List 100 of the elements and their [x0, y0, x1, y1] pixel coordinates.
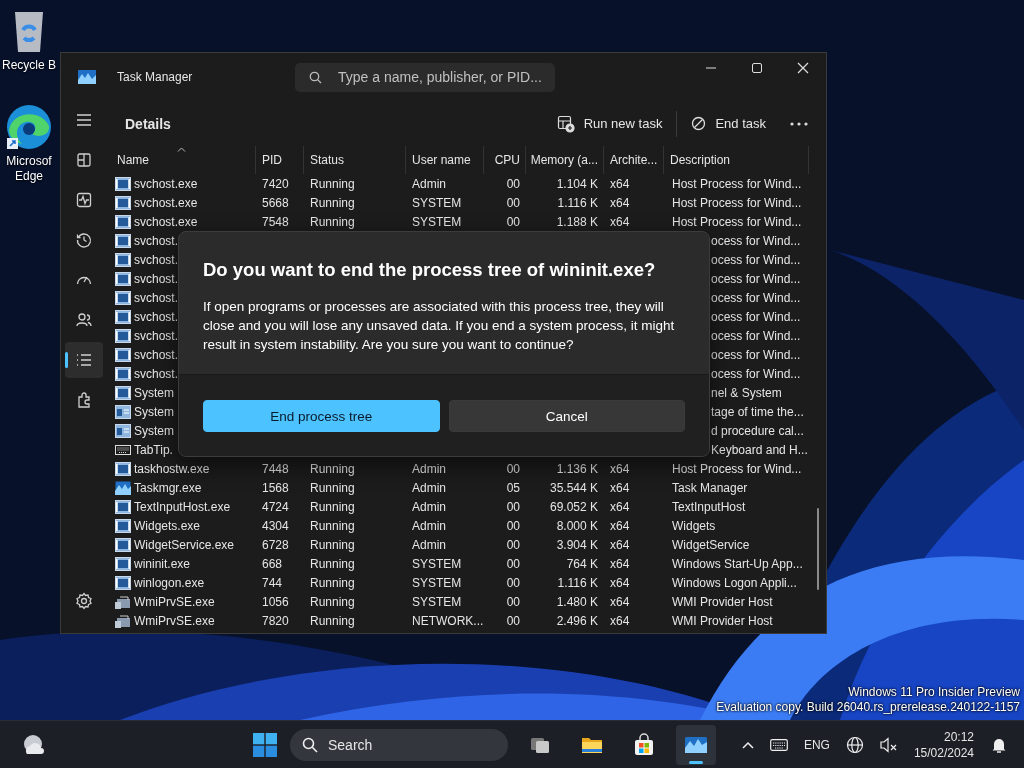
table-cell-text: 1.188 K [555, 214, 599, 229]
table-cell: System [134, 423, 174, 438]
run-new-task-button[interactable]: Run new task [548, 108, 671, 139]
column-header[interactable]: Status [310, 153, 345, 167]
end-process-tree-button[interactable]: End process tree [203, 400, 440, 432]
table-cell-text: 00 [505, 518, 521, 533]
table-cell-text: 00 [505, 613, 521, 628]
table-cell-text: Running [309, 499, 356, 514]
search-field[interactable]: Type a name, publisher, or PID... [295, 62, 555, 92]
scrollbar[interactable] [817, 508, 819, 590]
language-indicator[interactable]: ENG [803, 737, 830, 752]
table-cell-text: NETWORK... [411, 613, 484, 628]
table-cell-text: 1.480 K [555, 594, 599, 609]
table-cell-text: 00 [505, 214, 521, 229]
table-cell-text: Running [309, 195, 356, 210]
process-icon [115, 347, 131, 362]
clock-time[interactable]: 20:12 [943, 728, 974, 745]
process-icon [115, 442, 131, 457]
puzzle-icon [75, 391, 93, 409]
table-cell-text: ocess for Wind... [710, 271, 802, 286]
table-cell-text: Running [309, 537, 356, 552]
table-cell-text: 4304 [261, 518, 290, 533]
table-cell: wininit.exe [134, 556, 191, 571]
table-cell-text: Running [309, 613, 356, 628]
taskbar-app[interactable] [676, 724, 716, 765]
table-cell-text: x64 [609, 556, 631, 571]
table-cell: svchost. [134, 271, 178, 286]
column-header[interactable]: User name [412, 153, 471, 167]
column-header[interactable]: Archite... [610, 153, 658, 167]
column-header[interactable]: Description [670, 153, 731, 167]
table-cell-text: 4724 [261, 499, 290, 514]
desktop-icon-label[interactable]: Recycle B [2, 58, 56, 73]
app-icon [78, 70, 96, 84]
search-icon [309, 70, 322, 84]
dialog-message: If open programs or processes are associated with this process tree, they will close and you will lose any unsaved data. If you end a system process, it might result in system instability. Are you sure you want to continue? [203, 298, 676, 354]
table-cell: Widgets.exe [134, 518, 201, 533]
desktop-icon-label[interactable]: Microsof Edge [1, 154, 57, 184]
table-cell-text: 2.496 K [555, 613, 599, 628]
table-cell-text: Admin [411, 480, 447, 495]
table-cell-text: 69.052 K [548, 499, 599, 514]
new-task-icon [556, 114, 575, 133]
table-cell-text: Running [309, 575, 356, 590]
table-cell-text: 00 [505, 556, 521, 571]
table-cell-text: 1.136 K [555, 461, 599, 476]
clock-date[interactable]: 15/02/2024 [913, 744, 974, 761]
history-icon [75, 231, 93, 249]
table-cell-text: ocess for Wind... [710, 309, 802, 324]
process-icon [115, 195, 131, 210]
column-header[interactable]: CPU [494, 153, 520, 167]
table-cell-text: 35.544 K [548, 480, 599, 495]
table-cell-text: x64 [609, 499, 631, 514]
settings-icon [75, 592, 93, 610]
table-cell-text: 00 [505, 461, 521, 476]
table-cell-text: SYSTEM [411, 214, 463, 229]
keyboard-icon[interactable] [769, 738, 788, 751]
process-icon [115, 423, 131, 438]
table-cell-text: 764 K [565, 556, 599, 571]
table-cell: winlogon.exe [134, 575, 205, 590]
table-cell-text: Admin [411, 176, 447, 191]
table-cell: System [134, 404, 174, 419]
browser-icon[interactable] [6, 104, 52, 150]
table-cell-text: 744 [261, 575, 284, 590]
column-header[interactable]: Name [117, 153, 149, 167]
table-cell-text: Admin [411, 461, 447, 476]
table-cell-text: Task Manager [671, 480, 749, 495]
start-button[interactable] [253, 732, 277, 757]
process-icon [115, 575, 131, 590]
table-cell: System [134, 385, 174, 400]
table-cell-text: x64 [609, 214, 631, 229]
process-icon [115, 290, 131, 305]
nav-tab[interactable] [65, 342, 103, 378]
table-cell-text: Running [309, 556, 356, 571]
column-header[interactable]: Memory (a... [530, 153, 598, 167]
table-cell-text: Running [309, 461, 356, 476]
table-cell-text: x64 [609, 176, 631, 191]
process-icon [115, 252, 131, 267]
taskbar-search[interactable]: Search [290, 728, 508, 761]
chevron-up-icon[interactable] [741, 740, 754, 749]
process-icon [115, 366, 131, 381]
end-task-button[interactable]: End task [683, 110, 774, 137]
table-cell: svchost. [134, 252, 178, 267]
table-cell-text: 00 [505, 575, 521, 590]
table-cell-text: Host Process for Wind... [671, 461, 803, 476]
table-cell-text: x64 [609, 594, 631, 609]
table-cell-text: nel & System [710, 385, 783, 400]
table-cell-text: x64 [609, 613, 631, 628]
table-cell-text: Running [309, 176, 356, 191]
table-cell: svchost. [134, 347, 178, 362]
table-cell-text: SYSTEM [411, 195, 463, 210]
muted-speaker-icon[interactable] [879, 736, 898, 753]
process-icon [115, 613, 131, 628]
window-title: Task Manager [117, 70, 194, 84]
table-cell-text: Widgets [671, 518, 717, 533]
table-cell-text: ocess for Wind... [710, 233, 802, 248]
globe-icon[interactable] [845, 735, 864, 754]
weather-icon[interactable] [21, 733, 45, 756]
table-cell: Taskmgr.exe [134, 480, 202, 495]
table-cell-text: Host Process for Wind... [671, 195, 803, 210]
cancel-button[interactable]: Cancel [448, 400, 685, 432]
column-header[interactable]: PID [262, 153, 282, 167]
